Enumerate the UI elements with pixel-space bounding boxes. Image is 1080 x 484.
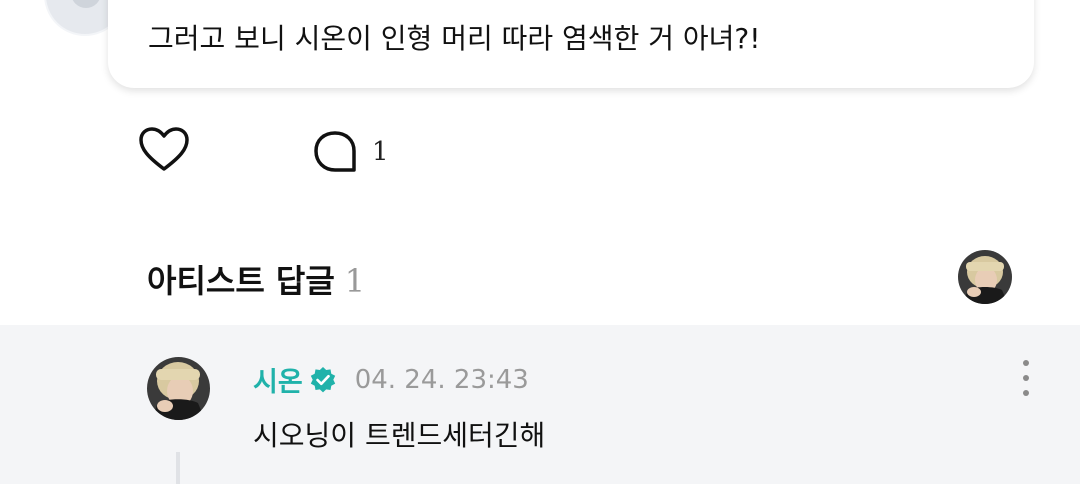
heart-icon xyxy=(139,127,189,171)
artist-avatar[interactable] xyxy=(147,357,210,420)
default-avatar-icon xyxy=(71,0,101,8)
more-vertical-icon xyxy=(1023,360,1029,366)
reply-text: 시오닝이 트렌드세터긴해 xyxy=(253,419,546,452)
artist-photo xyxy=(958,250,1012,304)
reply-count: 1 xyxy=(372,137,389,167)
artist-replies-header: 아티스트 답글 1 xyxy=(147,256,365,302)
artist-replies-count: 1 xyxy=(344,262,366,300)
artist-avatar-small[interactable] xyxy=(958,250,1012,304)
reply-timestamp: 04. 24. 23:43 xyxy=(354,364,529,395)
post-comment-view: 그러고 보니 시온이 인형 머리 따라 염색한 거 아녀?! 1 아티스트 답글… xyxy=(0,0,1080,484)
verified-badge-icon xyxy=(310,366,335,392)
comment-bubble: 그러고 보니 시온이 인형 머리 따라 염색한 거 아녀?! xyxy=(108,0,1034,88)
speech-bubble-icon xyxy=(314,131,356,172)
reply-button[interactable]: 1 xyxy=(312,128,389,176)
artist-name[interactable]: 시온 xyxy=(253,360,303,399)
artist-replies-title: 아티스트 답글 xyxy=(147,262,335,300)
like-button[interactable] xyxy=(138,126,190,174)
thread-line xyxy=(176,452,180,484)
reply-meta: 시온 04. 24. 23:43 xyxy=(253,360,529,399)
more-options-button[interactable] xyxy=(1012,360,1040,396)
artist-photo xyxy=(147,357,210,420)
comment-text: 그러고 보니 시온이 인형 머리 따라 염색한 거 아녀?! xyxy=(148,22,761,55)
